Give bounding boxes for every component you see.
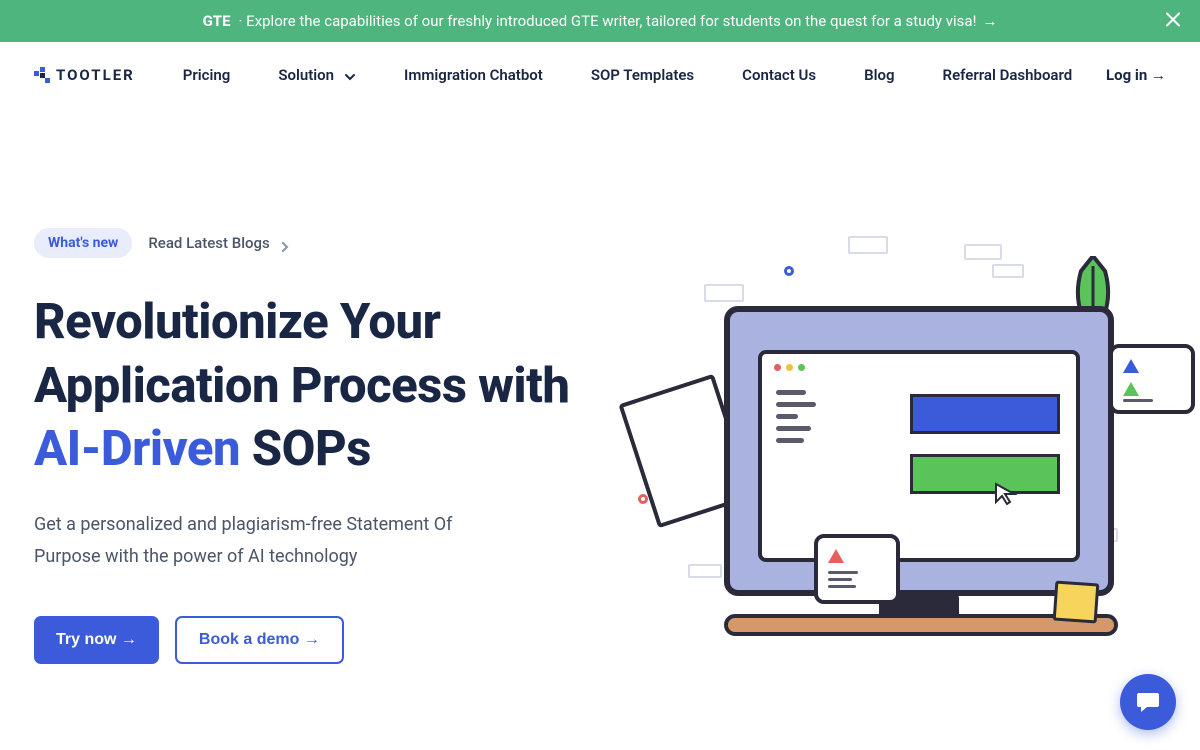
hero-subhead: Get a personalized and plagiarism-free S… xyxy=(34,509,514,572)
main-nav: TOOTLER Pricing Solution Immigration Cha… xyxy=(0,42,1200,108)
triangle-icon xyxy=(828,548,844,562)
banner-text: Explore the capabilities of our freshly … xyxy=(246,12,976,30)
nav-solution-label: Solution xyxy=(278,66,334,84)
deco-dot-icon xyxy=(638,494,648,504)
close-icon[interactable] xyxy=(1166,11,1180,32)
computer-illustration xyxy=(614,236,1174,656)
monitor-icon xyxy=(724,306,1114,596)
text-lines-icon xyxy=(776,390,816,450)
chevron-right-icon xyxy=(280,238,290,248)
read-blogs-link[interactable]: Read Latest Blogs xyxy=(148,234,289,252)
logo-icon xyxy=(34,67,50,83)
text-lines-icon xyxy=(1123,399,1181,402)
hero-illustration xyxy=(614,228,1174,664)
nav-items: Pricing Solution Immigration Chatbot SOP… xyxy=(183,66,1106,84)
arrow-right-icon: → xyxy=(982,12,997,30)
book-demo-button[interactable]: Book a demo → xyxy=(175,616,344,664)
triangle-icon xyxy=(1123,381,1139,395)
brand-name: TOOTLER xyxy=(56,66,135,84)
chart-card-icon xyxy=(814,534,900,604)
nav-templates[interactable]: SOP Templates xyxy=(591,66,694,84)
window-dots-icon xyxy=(774,364,805,371)
cursor-arrow-icon xyxy=(994,482,1018,506)
banner-badge: GTE xyxy=(203,12,231,30)
whats-new-row: What's new Read Latest Blogs xyxy=(34,228,574,258)
hero-headline: Revolutionize Your Application Process w… xyxy=(34,290,574,481)
nav-solution[interactable]: Solution xyxy=(278,66,356,84)
nav-referral[interactable]: Referral Dashboard xyxy=(943,66,1073,84)
green-bar-icon xyxy=(910,454,1060,494)
headline-highlight: AI-Driven xyxy=(34,420,240,477)
login-link[interactable]: Log in → xyxy=(1106,66,1166,84)
announcement-banner[interactable]: GTE · Explore the capabilities of our fr… xyxy=(0,0,1200,42)
brand-logo[interactable]: TOOTLER xyxy=(34,66,135,84)
nav-pricing[interactable]: Pricing xyxy=(183,66,231,84)
deco-dot-icon xyxy=(784,266,794,276)
headline-pre: Revolutionize Your Application Process w… xyxy=(34,293,569,414)
nav-blog[interactable]: Blog xyxy=(864,66,894,84)
deco-box-icon xyxy=(848,236,888,254)
deco-box-icon xyxy=(964,244,1002,260)
deco-box-icon xyxy=(992,264,1024,278)
sticky-note-icon xyxy=(1053,581,1100,624)
triangle-icon xyxy=(1123,358,1139,372)
blue-bar-icon xyxy=(910,394,1060,434)
hero-content: What's new Read Latest Blogs Revolutioni… xyxy=(34,228,574,664)
try-now-button[interactable]: Try now → xyxy=(34,616,159,664)
chat-icon xyxy=(1135,689,1161,715)
whats-new-badge[interactable]: What's new xyxy=(34,228,132,258)
nav-chatbot[interactable]: Immigration Chatbot xyxy=(404,66,543,84)
read-blogs-label: Read Latest Blogs xyxy=(148,234,269,252)
headline-post: SOPs xyxy=(240,420,371,477)
chat-widget-button[interactable] xyxy=(1120,674,1176,730)
cta-row: Try now → Book a demo → xyxy=(34,616,574,664)
deco-box-icon xyxy=(688,564,722,578)
banner-separator: · xyxy=(239,12,247,30)
chart-card-icon xyxy=(1109,344,1195,414)
chevron-down-icon xyxy=(344,69,356,81)
text-lines-icon xyxy=(828,571,886,588)
nav-contact[interactable]: Contact Us xyxy=(742,66,816,84)
deco-box-icon xyxy=(704,284,744,302)
hero-section: What's new Read Latest Blogs Revolutioni… xyxy=(0,228,1200,664)
